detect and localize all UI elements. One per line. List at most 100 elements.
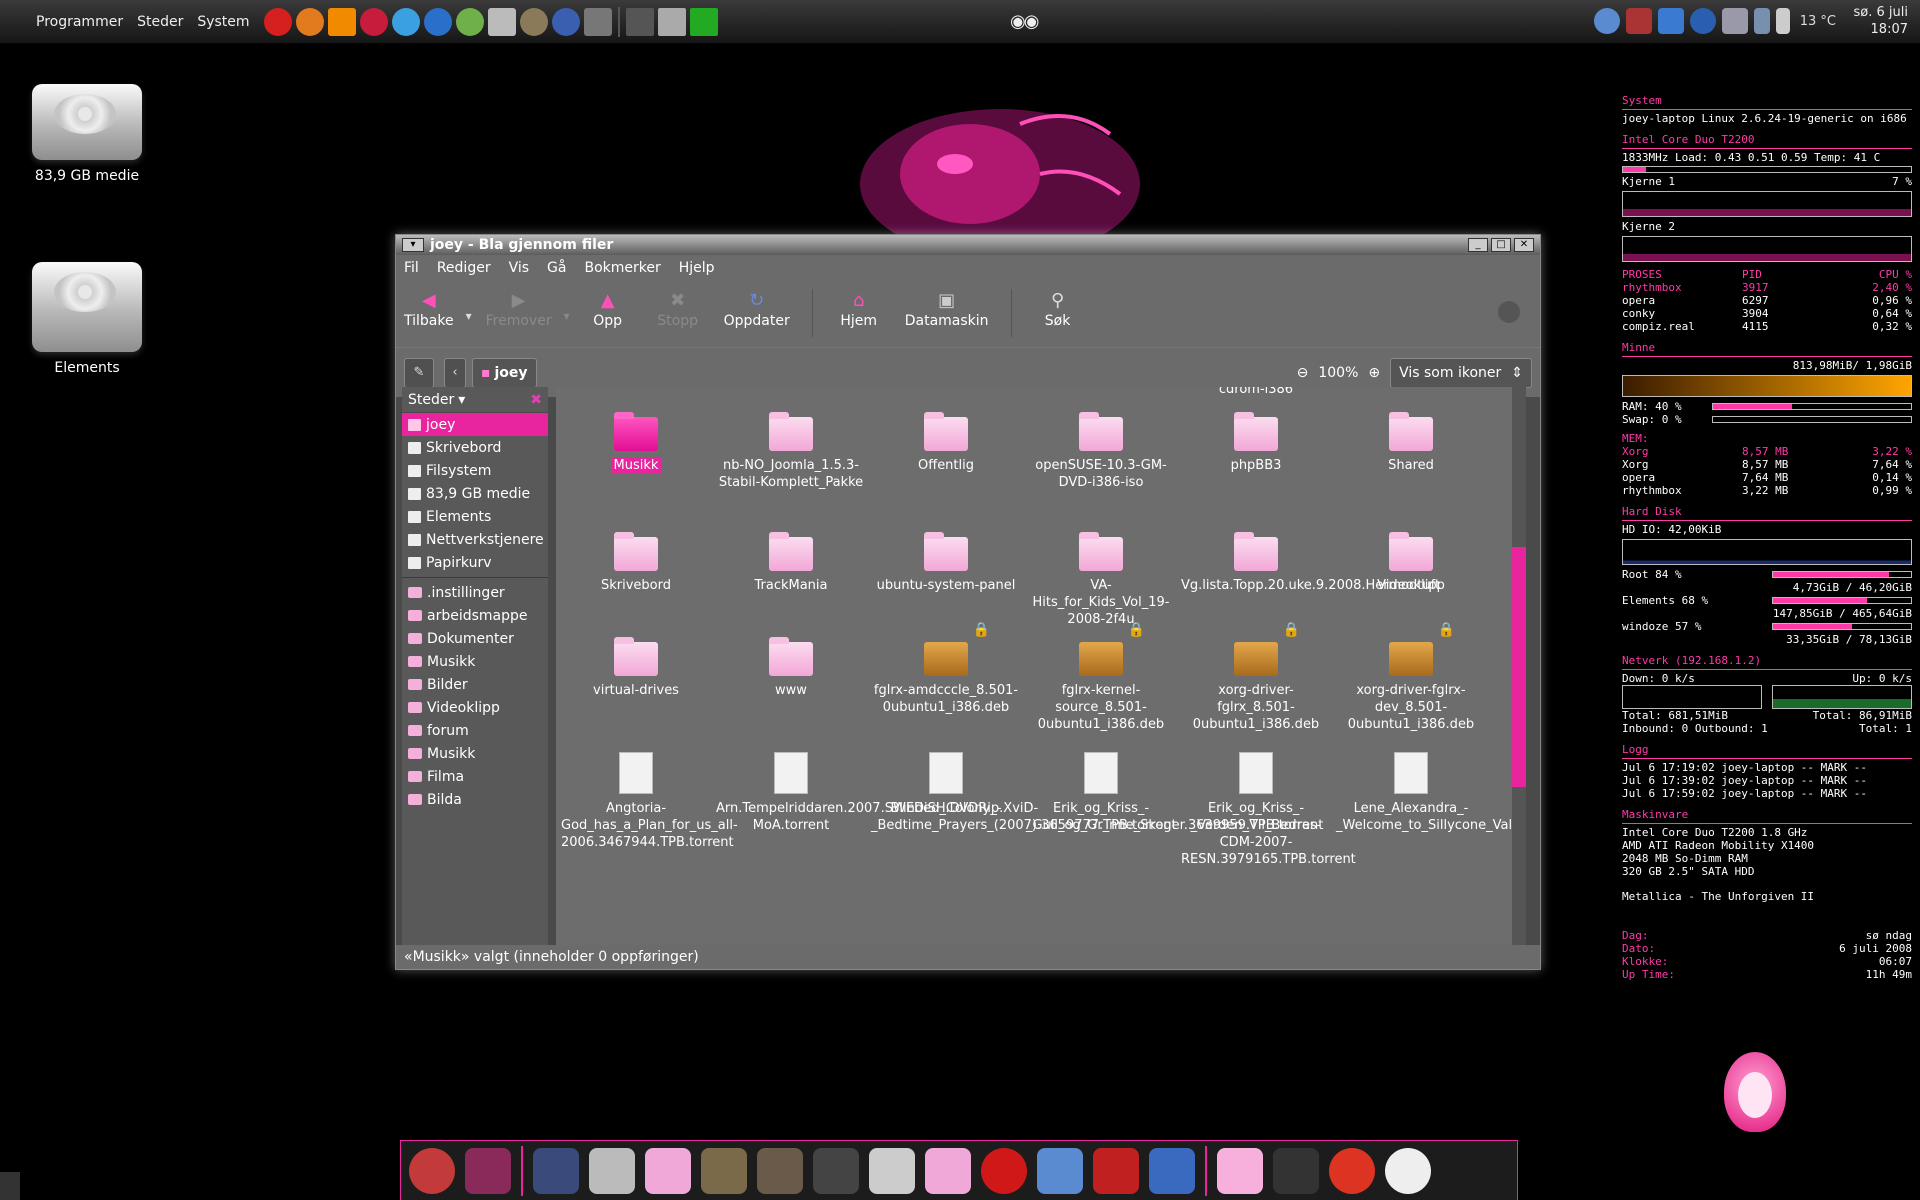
file-item[interactable]: Blinded_Colony_-_Bedtime_Prayers_(2007).…	[871, 752, 1177, 834]
image-viewer-icon[interactable]	[465, 1147, 511, 1194]
pidgin-icon[interactable]	[455, 7, 484, 36]
firefox-icon[interactable]	[295, 7, 324, 36]
sidebar-place-item[interactable]: Skrivebord	[402, 436, 548, 459]
reload-button[interactable]: ↻ Oppdater	[724, 289, 790, 329]
file-item[interactable]: phpBB3	[1181, 412, 1331, 474]
sidebar-bookmark-item[interactable]: forum	[402, 719, 548, 742]
panel-icon[interactable]	[813, 1147, 859, 1194]
desktop-drive-medie[interactable]: 83,9 GB medie	[2, 84, 172, 184]
sidebar-place-item[interactable]: Filsystem	[402, 459, 548, 482]
signal-icon[interactable]	[1753, 8, 1770, 34]
search-button[interactable]: ⚲ Søk	[1034, 289, 1082, 329]
gimp-icon-2[interactable]	[757, 1147, 803, 1194]
back-button[interactable]: ◀ Tilbake	[404, 289, 454, 329]
panel-clock[interactable]: sø. 6 juli 18:07	[1854, 4, 1908, 38]
file-item[interactable]: Lene_Alexandra_-_Welcome_to_Sillycone_Va…	[1336, 752, 1526, 834]
wifi-icon[interactable]	[1657, 8, 1684, 34]
miro-icon[interactable]	[359, 7, 388, 36]
system-monitor-icon[interactable]	[657, 7, 686, 36]
opera-icon[interactable]	[981, 1147, 1027, 1194]
menu-rediger[interactable]: Rediger	[437, 260, 491, 276]
network-places-icon[interactable]	[533, 1147, 579, 1194]
menu-programmer[interactable]: Programmer	[36, 14, 123, 30]
zoom-level[interactable]: 100%	[1318, 365, 1358, 381]
sidebar-bookmark-item[interactable]: Bilder	[402, 673, 548, 696]
up-button[interactable]: ▲ Opp	[584, 289, 632, 329]
file-item[interactable]: ubuntu-system-panel	[871, 532, 1021, 594]
file-item[interactable]: Offentlig	[871, 412, 1021, 474]
water-icon[interactable]	[423, 7, 452, 36]
window-menu-button[interactable]: ▾	[402, 238, 424, 252]
menu-ga[interactable]: Gå	[547, 260, 566, 276]
file-icon-view[interactable]: cdrom-i386 Musikk nb-NO_Joomla_1.5.3-Stab…	[556, 387, 1526, 945]
path-crumb-joey[interactable]: ▪ joey	[472, 357, 537, 388]
file-item[interactable]: openSUSE-10.3-GM-DVD-i386-iso	[1026, 412, 1176, 491]
graph-icon[interactable]	[689, 7, 718, 36]
network-icon[interactable]	[391, 7, 420, 36]
sidebar-bookmark-item[interactable]: Musikk	[402, 650, 548, 673]
game-icon[interactable]	[1093, 1147, 1139, 1194]
maximize-button[interactable]: □	[1491, 238, 1511, 252]
sidebar-place-item[interactable]: 83,9 GB medie	[402, 482, 548, 505]
sidebar-bookmark-item[interactable]: Dokumenter	[402, 627, 548, 650]
sidebar-place-item[interactable]: Papirkurv	[402, 551, 548, 574]
trash-icon[interactable]	[1217, 1147, 1263, 1194]
folder-icon[interactable]	[925, 1147, 971, 1194]
bluetooth-icon[interactable]	[1689, 8, 1716, 34]
opera-icon[interactable]	[263, 7, 292, 36]
zoom-out-icon[interactable]: ⊖	[1297, 365, 1309, 381]
sidebar-place-item[interactable]: Elements	[402, 505, 548, 528]
terminal-icon[interactable]	[625, 7, 654, 36]
sidebar-bookmark-item[interactable]: Musikk	[402, 742, 548, 765]
volume-icon[interactable]	[1775, 8, 1790, 34]
pidgin-icon[interactable]	[1037, 1147, 1083, 1194]
gimp-icon[interactable]	[519, 7, 548, 36]
menu-fil[interactable]: Fil	[404, 260, 419, 276]
zoom-in-icon[interactable]: ⊕	[1368, 365, 1380, 381]
screenshot-icon[interactable]	[583, 7, 612, 36]
desktop-corner-button[interactable]	[0, 1172, 20, 1200]
sidebar-bookmark-item[interactable]: Videoklipp	[402, 696, 548, 719]
printer-icon[interactable]	[1721, 8, 1748, 34]
view-mode-select[interactable]: Vis som ikoner ⇕	[1390, 357, 1532, 388]
window-titlebar[interactable]: ▾ joey - Bla gjennom filer _ □ ✕	[396, 235, 1540, 255]
toggle-location-entry-button[interactable]: ✎	[404, 357, 434, 388]
file-item[interactable]: Videoklipp	[1336, 532, 1486, 594]
file-item[interactable]: Erik_og_Kriss_-_Gull_og_Gr_nne_Skoger.36…	[1026, 752, 1323, 834]
menu-vis[interactable]: Vis	[509, 260, 529, 276]
computer-button[interactable]: ▣ Datamaskin	[905, 289, 989, 329]
terminal-icon[interactable]	[1273, 1147, 1319, 1194]
ubuntu-icon[interactable]	[409, 1147, 455, 1194]
lastfm-icon[interactable]	[1329, 1147, 1375, 1194]
back-history-dropdown[interactable]: ▾	[466, 309, 472, 323]
crumb-back-button[interactable]: ‹	[444, 357, 466, 388]
file-item[interactable]: 🔒 xorg-driver-fglrx-dev_8.501-0ubuntu1_i3…	[1336, 622, 1486, 733]
compiz-icon[interactable]	[551, 7, 580, 36]
file-item[interactable]: Erik_og_Kriss_-_Verden_Vil_Bedras-CDM-20…	[1181, 752, 1356, 868]
network-manager-icon[interactable]	[1625, 8, 1652, 34]
file-item[interactable]: Angtoria-God_has_a_Plan_for_us_all-2006.…	[561, 752, 738, 851]
sidebar-bookmark-item[interactable]: .instillinger	[402, 581, 548, 604]
desktop-drive-elements[interactable]: Elements	[2, 262, 172, 376]
menu-system[interactable]: System	[197, 14, 249, 30]
sidebar-bookmark-item[interactable]: arbeidsmappe	[402, 604, 548, 627]
menu-hjelp[interactable]: Hjelp	[679, 260, 715, 276]
forward-button[interactable]: ▶ Fremover	[486, 289, 552, 329]
sidebar-place-item[interactable]: Nettverkstjenere	[402, 528, 548, 551]
file-item[interactable]: 🔒 fglrx-amdcccle_8.501-0ubuntu1_i386.deb	[871, 622, 1021, 716]
file-manager-icon[interactable]	[1149, 1147, 1195, 1194]
vlc-icon[interactable]	[327, 7, 356, 36]
menu-bokmerker[interactable]: Bokmerker	[584, 260, 660, 276]
file-item[interactable]: www	[716, 637, 866, 699]
sidebar-header[interactable]: Steder ▾ ✖	[402, 387, 548, 413]
file-item[interactable]: Vg.lista.Topp.20.uke.9.2008.Hermodtuft	[1181, 532, 1440, 594]
shutdown-icon[interactable]	[1385, 1147, 1431, 1194]
stop-button[interactable]: ✖ Stopp	[654, 289, 702, 329]
file-item[interactable]: Shared	[1336, 412, 1486, 474]
menu-steder[interactable]: Steder	[137, 14, 183, 30]
home-button[interactable]: ⌂ Hjem	[835, 289, 883, 329]
close-sidebar-icon[interactable]: ✖	[530, 392, 542, 408]
sidebar-bookmark-item[interactable]: Bilda	[402, 788, 548, 811]
hard-disk-icon[interactable]	[589, 1147, 635, 1194]
home-folder-icon[interactable]	[645, 1147, 691, 1194]
